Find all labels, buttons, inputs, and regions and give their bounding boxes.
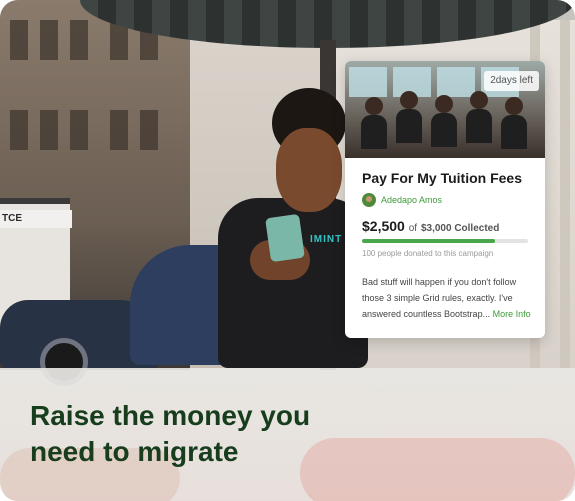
amount-raised: $2,500 of $3,000 Collected: [362, 218, 499, 234]
phone: [265, 213, 305, 263]
funding-progress-bar: [362, 239, 528, 243]
person-face: [276, 128, 342, 212]
raised-amount: $2,500: [362, 218, 405, 234]
campaign-card[interactable]: 2days left Pay For My Tuition Fees Adeda…: [345, 61, 545, 338]
campaign-image: 2days left: [345, 61, 545, 158]
donors-count: 100 people donated to this campaign: [362, 249, 494, 258]
campaign-author[interactable]: Adedapo Amos: [362, 193, 442, 207]
goal-amount: $3,000 Collected: [420, 223, 500, 234]
author-name[interactable]: Adedapo Amos: [381, 195, 442, 205]
author-avatar: [362, 193, 376, 207]
funding-progress-fill: [362, 239, 495, 243]
shirt-text: IMINT: [310, 234, 343, 245]
goal-prefix: of: [408, 223, 418, 234]
storefront-sign: TCE: [0, 210, 72, 228]
time-left-badge: 2days left: [484, 71, 539, 91]
hero-frame: TCE IMINT 2days left Pay For My Tuition …: [0, 0, 575, 501]
hero-headline: Raise the money you need to migrate: [30, 400, 311, 467]
campaign-description: Bad stuff will happen if you don't follo…: [362, 274, 532, 322]
campaign-title[interactable]: Pay For My Tuition Fees: [362, 170, 522, 186]
more-info-link[interactable]: More Info: [493, 309, 531, 319]
